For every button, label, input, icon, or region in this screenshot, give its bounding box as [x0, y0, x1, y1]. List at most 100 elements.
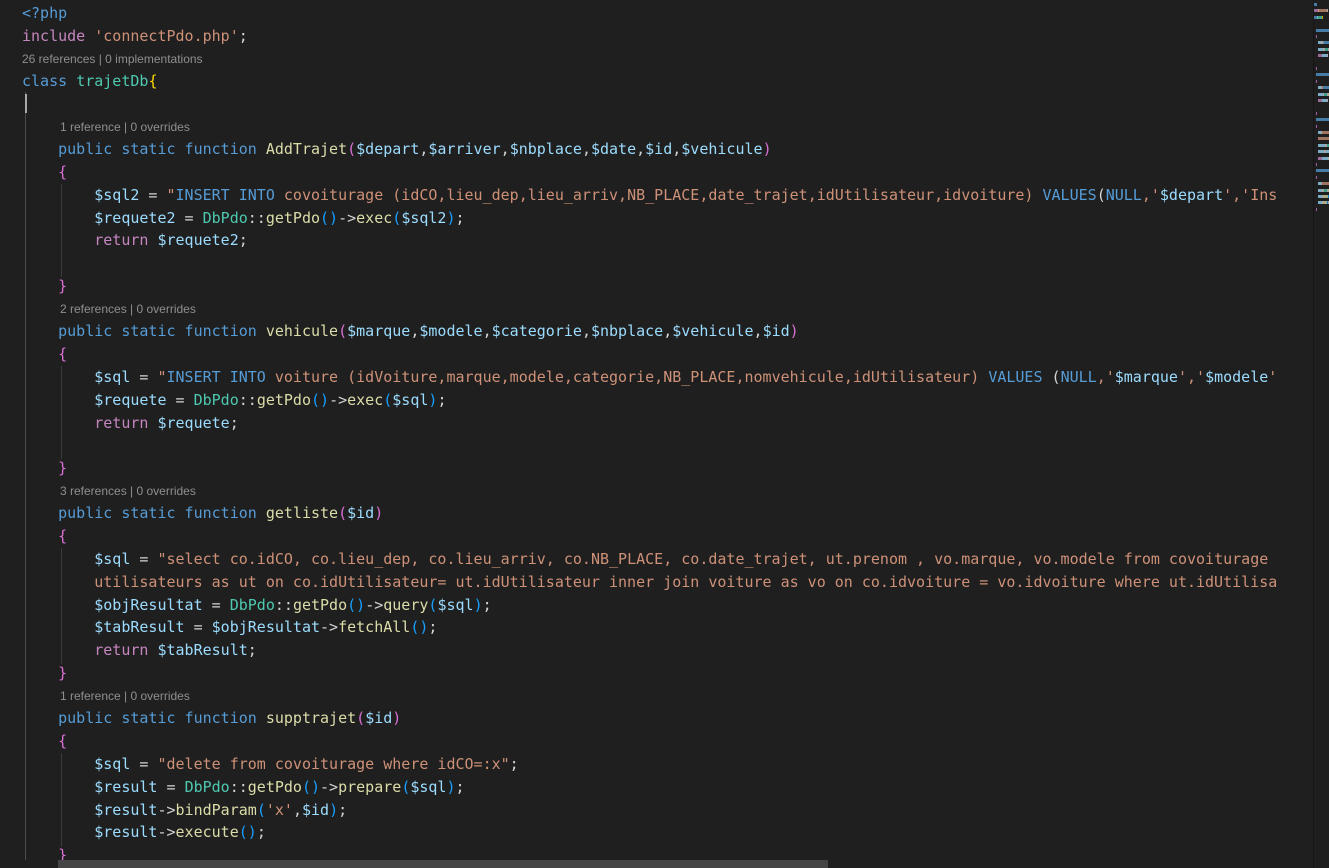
minimap-line [1314, 112, 1329, 115]
code-line[interactable]: $sql = "delete from covoiturage where id… [22, 753, 519, 776]
editor-text-area[interactable]: <?phpinclude 'connectPdo.php'; 26 referen… [0, 0, 1313, 868]
code-token: $sql [22, 755, 130, 773]
code-token: $date [591, 140, 636, 158]
code-line[interactable]: $result = DbPdo::getPdo()->prepare($sql)… [22, 776, 465, 799]
codelens-link[interactable]: 26 references | 0 implementations [22, 50, 203, 69]
minimap-line [1314, 150, 1329, 153]
codelens-link[interactable]: 3 references | 0 overrides [60, 482, 196, 501]
code-token: :: [248, 209, 266, 227]
code-line[interactable]: public static function vehicule($marque,… [22, 320, 799, 343]
code-token: , [663, 322, 672, 340]
code-token: ; [456, 209, 465, 227]
code-token: public static function [22, 504, 266, 522]
code-line[interactable]: { [22, 730, 67, 753]
code-line[interactable]: public static function getliste($id) [22, 502, 383, 525]
code-line[interactable]: { [22, 525, 67, 548]
code-token: $modele [1205, 368, 1268, 386]
code-token: $vehicule [672, 322, 753, 340]
code-token: $sql [22, 368, 130, 386]
code-token: voiture (idVoiture,marque,modele,categor… [266, 368, 988, 386]
code-token: $nbplace [510, 140, 582, 158]
code-token: NULL [1106, 186, 1142, 204]
code-token: = [203, 596, 230, 614]
code-token: return [22, 231, 157, 249]
code-token: $id [302, 801, 329, 819]
code-line[interactable]: $objResultat = DbPdo::getPdo()->query($s… [22, 594, 492, 617]
code-line[interactable]: $result->bindParam('x',$id); [22, 799, 347, 822]
code-token: ( [1097, 186, 1106, 204]
code-token: { [22, 527, 67, 545]
code-token: $sql [22, 550, 130, 568]
code-token: , [501, 140, 510, 158]
code-token: getPdo [248, 778, 302, 796]
code-token: return [22, 414, 157, 432]
code-token: ( [392, 209, 401, 227]
code-line[interactable]: } [22, 662, 67, 685]
code-line[interactable]: $result->execute(); [22, 821, 266, 844]
code-line[interactable]: $sql = "select co.idCO, co.lieu_dep, co.… [22, 548, 1268, 571]
code-token: :: [275, 596, 293, 614]
code-token: ( [356, 709, 365, 727]
code-token: ','Ins [1223, 186, 1277, 204]
code-token: DbPdo [185, 778, 230, 796]
code-line[interactable]: $sql = "INSERT INTO voiture (idVoiture,m… [22, 366, 1277, 389]
code-token: $objResultat [22, 596, 203, 614]
code-token: () [239, 823, 257, 841]
minimap-line [1314, 22, 1329, 25]
code-token: ) [446, 209, 455, 227]
code-token: $sql [392, 391, 428, 409]
code-line[interactable]: public static function AddTrajet($depart… [22, 138, 772, 161]
code-token: return [22, 641, 157, 659]
code-token: $result [22, 823, 157, 841]
code-token: ( [338, 322, 347, 340]
code-line[interactable]: } [22, 275, 67, 298]
minimap-line [1314, 182, 1329, 185]
code-line[interactable]: { [22, 343, 67, 366]
code-line[interactable]: class trajetDb{ [22, 70, 157, 93]
horizontal-scrollbar-thumb[interactable] [58, 860, 828, 868]
code-token: ( [383, 391, 392, 409]
code-line[interactable]: $sql2 = "INSERT INTO covoiturage (idCO,l… [22, 184, 1277, 207]
code-line[interactable]: <?php [22, 2, 67, 25]
code-line[interactable]: $requete = DbPdo::getPdo()->exec($sql); [22, 389, 446, 412]
code-token: $depart [1160, 186, 1223, 204]
code-line[interactable]: } [22, 457, 67, 480]
code-line[interactable]: { [22, 161, 67, 184]
code-token: getPdo [293, 596, 347, 614]
code-token: , [293, 801, 302, 819]
code-token: ) [392, 709, 401, 727]
code-token: -> [365, 596, 383, 614]
minimap-line [1314, 29, 1329, 32]
code-token: = [167, 391, 194, 409]
code-line[interactable]: return $requete2; [22, 229, 248, 252]
minimap-line [1314, 99, 1329, 102]
code-line[interactable]: include 'connectPdo.php'; [22, 25, 248, 48]
code-token: $arriver [428, 140, 500, 158]
codelens-link[interactable]: 2 references | 0 overrides [60, 300, 196, 319]
code-token: , [582, 140, 591, 158]
code-token: -> [329, 391, 347, 409]
code-token: ) [474, 596, 483, 614]
minimap[interactable] [1313, 0, 1329, 868]
codelens-link[interactable]: 1 reference | 0 overrides [60, 118, 190, 137]
code-token: DbPdo [194, 391, 239, 409]
code-token: supptrajet [266, 709, 356, 727]
code-line[interactable]: return $tabResult; [22, 639, 257, 662]
code-line[interactable]: utilisateurs as ut on co.idUtilisateur= … [22, 571, 1277, 594]
code-line[interactable]: $requete2 = DbPdo::getPdo()->exec($sql2)… [22, 207, 465, 230]
code-token: } [22, 664, 67, 682]
code-line[interactable]: return $requete; [22, 412, 239, 435]
code-token: ',' [1178, 368, 1205, 386]
codelens-link[interactable]: 1 reference | 0 overrides [60, 687, 190, 706]
code-token: () [311, 391, 329, 409]
code-token: utilisateurs as ut on co.idUtilisateur= … [22, 573, 1277, 591]
code-token [85, 27, 94, 45]
minimap-line [1314, 157, 1329, 160]
code-token: $requete2 [157, 231, 238, 249]
code-line[interactable]: public static function supptrajet($id) [22, 707, 401, 730]
code-token: $sql [410, 778, 446, 796]
code-token: $objResultat [212, 618, 320, 636]
code-token: = [157, 778, 184, 796]
code-token: , [672, 140, 681, 158]
code-line[interactable]: $tabResult = $objResultat->fetchAll(); [22, 616, 437, 639]
